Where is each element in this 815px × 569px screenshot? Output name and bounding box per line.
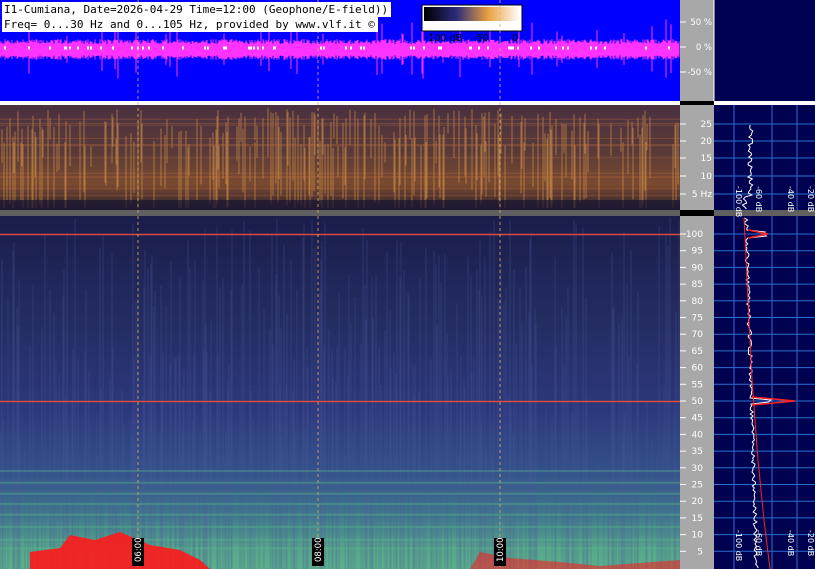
colorbar-label: 0	[512, 33, 518, 44]
colorbar-label: -100 dB	[425, 33, 462, 44]
high-tick-label: 90	[692, 263, 704, 273]
header-line-2: Freq= 0...30 Hz and 0...105 Hz, provided…	[2, 17, 378, 32]
low-tick-label: 25	[701, 120, 712, 130]
header-line-1: I1-Cumiana, Date=2026-04-29 Time=12:00 (…	[2, 2, 392, 17]
separator	[714, 210, 815, 216]
time-marker-label: 08:00	[314, 538, 324, 563]
low-tick-label: 15	[701, 154, 712, 164]
waveform-tick-label: 50 %	[690, 18, 712, 28]
high-tick-label: 30	[692, 464, 704, 474]
high-profile-panel	[714, 216, 815, 569]
time-marker-label: 06:00	[134, 538, 144, 563]
high-tick-label: 85	[692, 280, 703, 290]
colorbar-label: -50	[473, 33, 489, 44]
separator	[714, 101, 815, 105]
high-tick-label: 10	[692, 531, 704, 541]
low-profile-tick-label: -20 dB	[806, 186, 815, 212]
high-tick-label: 45	[692, 414, 703, 424]
high-tick-label: 75	[692, 314, 703, 324]
vlf-plot-stage: 50 % 0 % -50 % -100 dB -50 0 25 20 15 10 5 Hz 100 95…	[0, 0, 815, 569]
high-tick-label: 95	[692, 247, 703, 257]
low-tick-label: 20	[701, 137, 713, 147]
high-tick-label: 50	[692, 397, 704, 407]
high-tick-label: 5	[697, 547, 703, 557]
separator	[0, 210, 680, 216]
high-tick-label: 55	[692, 380, 703, 390]
high-profile-tick-label: -100 dB	[734, 530, 743, 561]
waveform-side-panel	[714, 0, 815, 101]
low-profile-tick-label: -100 dB	[734, 186, 743, 217]
high-tick-label: 80	[692, 297, 704, 307]
low-tick-label: 5 Hz	[692, 190, 712, 200]
waveform-tick-label: 0 %	[696, 43, 712, 53]
low-profile-tick-label: -60 dB	[754, 186, 763, 212]
waveform-tick-label: -50 %	[687, 68, 712, 78]
low-tick-label: 10	[701, 172, 713, 182]
time-marker-label: 10:00	[496, 538, 506, 563]
high-tick-label: 100	[686, 230, 703, 240]
high-tick-label: 35	[692, 447, 703, 457]
high-tick-label: 65	[692, 347, 703, 357]
separator	[0, 101, 680, 105]
high-profile-tick-label: -20 dB	[806, 530, 815, 556]
high-tick-label: 25	[692, 481, 703, 491]
low-profile-tick-label: -40 dB	[786, 186, 795, 212]
high-tick-label: 40	[692, 430, 704, 440]
high-tick-label: 60	[692, 364, 704, 374]
low-spectrogram-floor	[0, 200, 680, 210]
vlf-plot-svg: 50 % 0 % -50 % -100 dB -50 0 25 20 15 10 5 Hz 100 95…	[0, 0, 815, 569]
high-tick-label: 70	[692, 330, 704, 340]
high-profile-tick-label: -40 dB	[786, 530, 795, 556]
colorbar-gradient-bar	[424, 7, 520, 21]
high-tick-label: 15	[692, 514, 703, 524]
high-tick-label: 20	[692, 497, 704, 507]
